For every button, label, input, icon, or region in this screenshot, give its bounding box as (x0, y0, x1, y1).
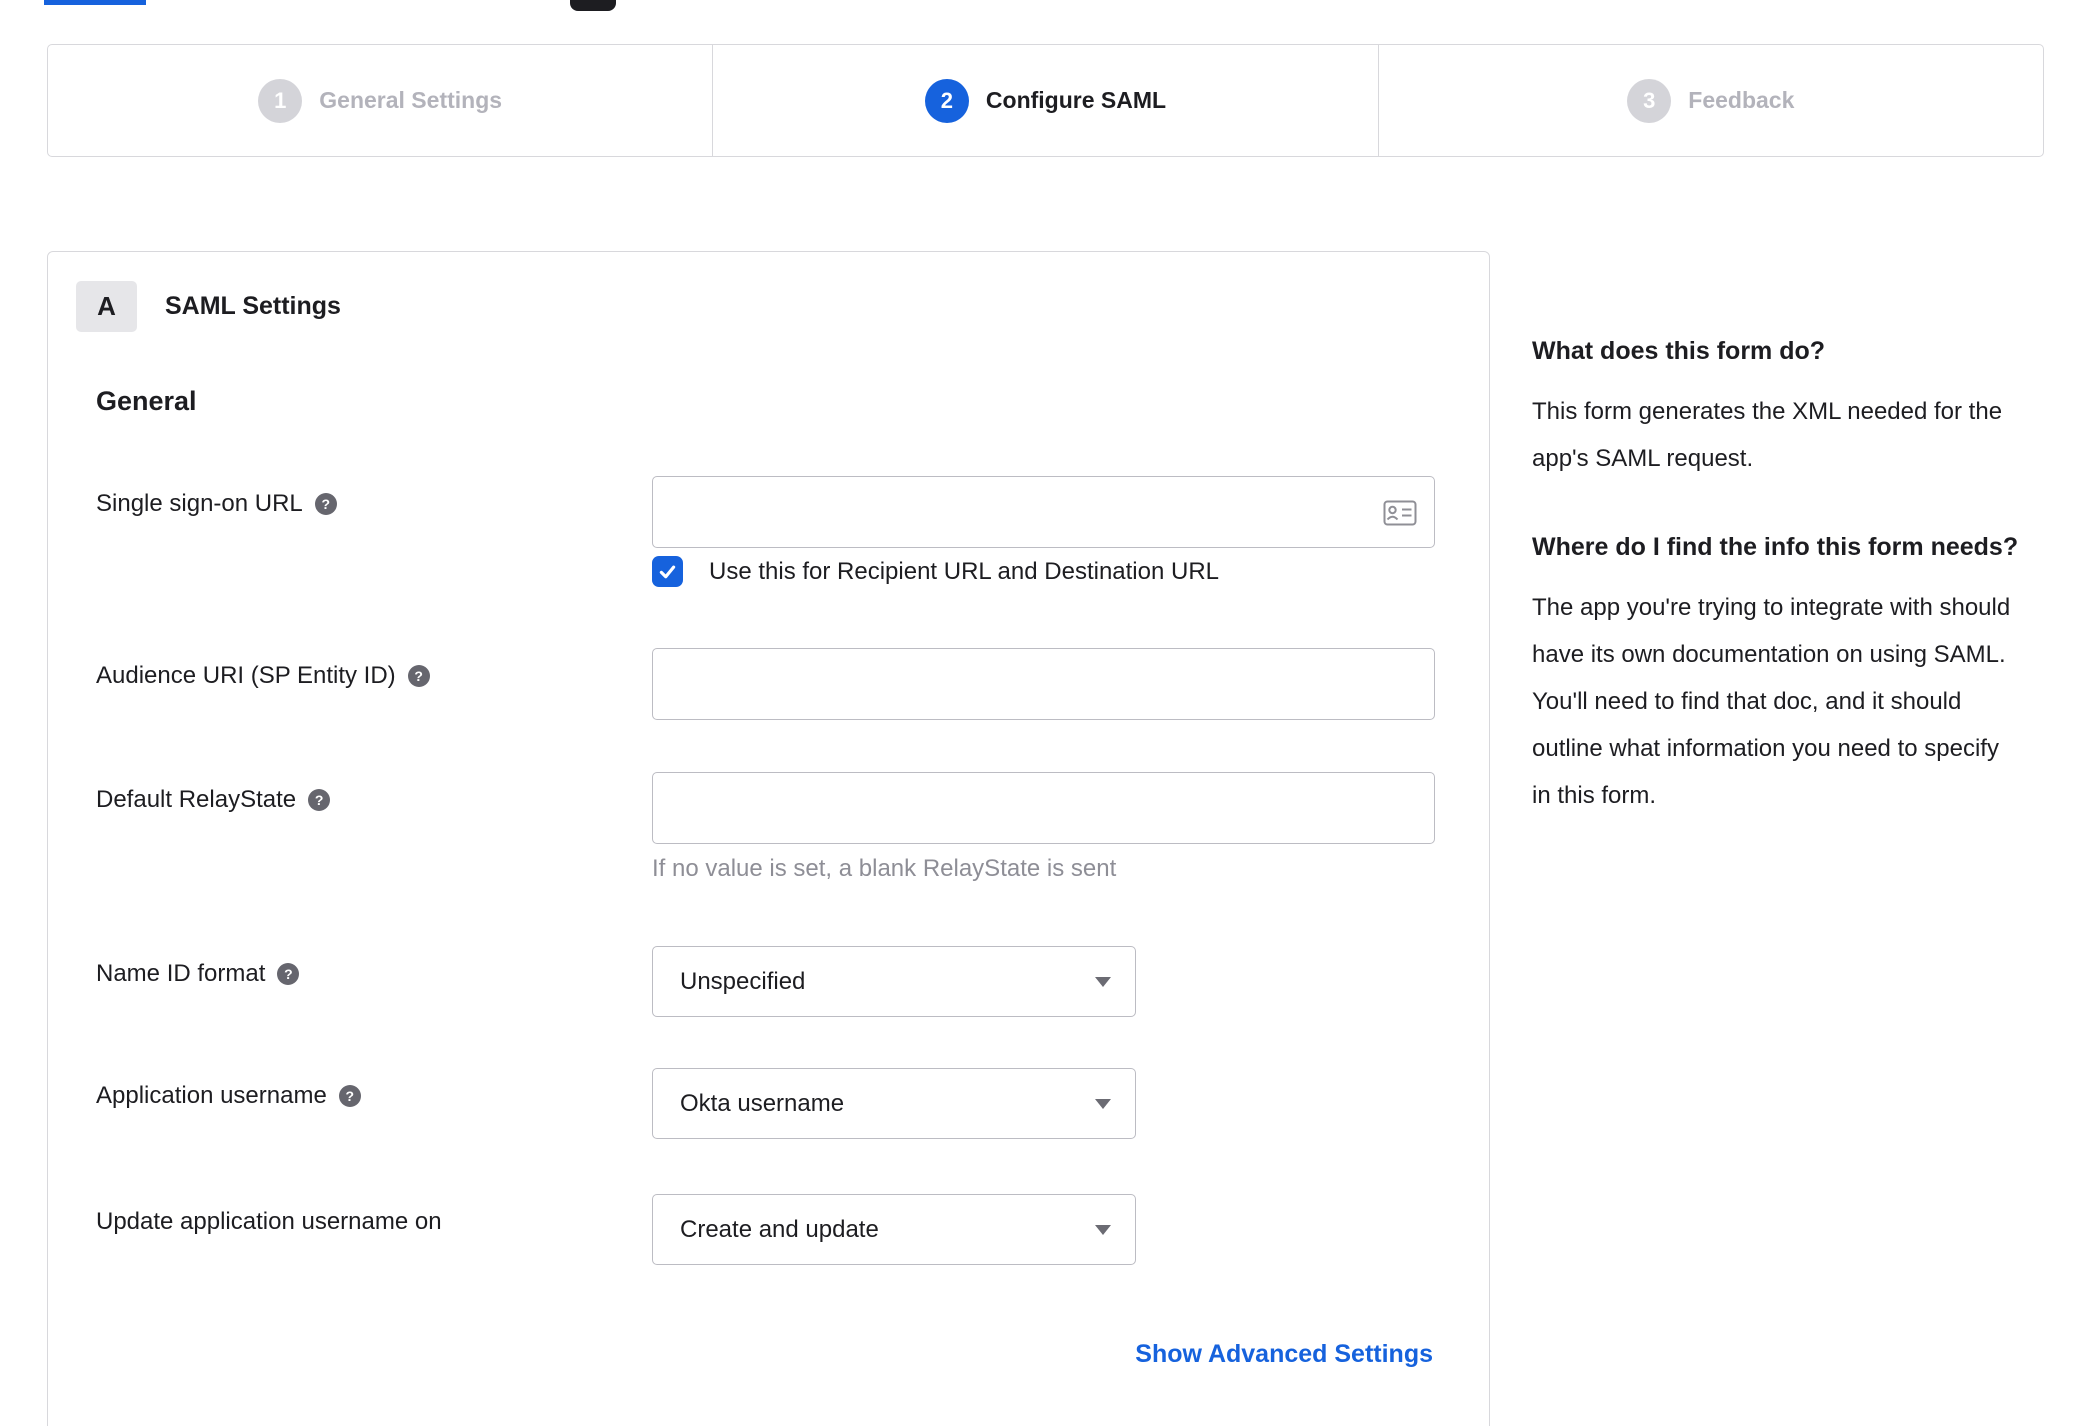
chevron-down-icon (1095, 976, 1111, 987)
update-username-value: Create and update (680, 1215, 879, 1243)
audience-uri-row: Audience URI (SP Entity ID) ? (96, 648, 1435, 720)
relaystate-label-wrap: Default RelayState ? (96, 772, 652, 814)
audience-uri-input[interactable] (652, 648, 1435, 720)
audience-uri-input-wrap (652, 648, 1435, 720)
show-advanced-settings-link[interactable]: Show Advanced Settings (1135, 1340, 1433, 1369)
sso-url-input[interactable] (652, 476, 1435, 548)
relaystate-help-icon[interactable]: ? (308, 789, 331, 811)
step-label: General Settings (319, 87, 503, 113)
section-a-badge: A (76, 281, 137, 332)
recipient-url-checkbox[interactable] (652, 556, 683, 587)
sso-url-row: Single sign-on URL ? (96, 476, 1435, 548)
update-username-row: Update application username on Create an… (96, 1194, 1136, 1265)
step-general-settings[interactable]: 1 General Settings (48, 45, 714, 156)
wizard-stepper: 1 General Settings 2 Configure SAML 3 Fe… (47, 44, 2044, 157)
update-username-label: Update application username on (96, 1208, 442, 1235)
help-question-1: What does this form do? (1532, 337, 1826, 365)
app-username-row: Application username ? Okta username (96, 1068, 1136, 1139)
sso-url-label: Single sign-on URL (96, 490, 303, 517)
cropped-page-title-fragment (570, 0, 616, 11)
app-username-value: Okta username (680, 1089, 845, 1117)
nameid-format-value: Unspecified (680, 967, 806, 995)
sso-help-icon[interactable]: ? (314, 493, 337, 515)
step-number-badge: 3 (1627, 78, 1672, 123)
app-username-label: Application username (96, 1082, 327, 1109)
audience-uri-label: Audience URI (SP Entity ID) (96, 662, 396, 689)
help-question-2: Where do I find the info this form needs… (1532, 533, 2019, 561)
step-number-badge: 1 (258, 78, 303, 123)
chevron-down-icon (1095, 1098, 1111, 1109)
step-configure-saml[interactable]: 2 Configure SAML (713, 45, 1379, 156)
help-sidebar: What does this form do? This form genera… (1532, 328, 2024, 819)
app-username-label-wrap: Application username ? (96, 1068, 652, 1110)
step-label: Feedback (1688, 87, 1795, 113)
nameid-format-label: Name ID format (96, 960, 266, 987)
app-username-select[interactable]: Okta username (652, 1068, 1136, 1139)
update-username-label-wrap: Update application username on (96, 1194, 652, 1236)
sso-url-input-wrap (652, 476, 1435, 548)
page: 1 General Settings 2 Configure SAML 3 Fe… (0, 0, 2092, 1426)
audience-uri-label-wrap: Audience URI (SP Entity ID) ? (96, 648, 652, 690)
relaystate-input[interactable] (652, 772, 1435, 844)
section-title: SAML Settings (165, 292, 341, 320)
update-username-select[interactable]: Create and update (652, 1194, 1136, 1265)
help-answer-2: The app you're trying to integrate with … (1532, 594, 2011, 809)
chevron-down-icon (1095, 1224, 1111, 1235)
nameid-format-row: Name ID format ? Unspecified (96, 946, 1136, 1017)
relaystate-row: Default RelayState ? (96, 772, 1435, 844)
relaystate-label: Default RelayState (96, 786, 297, 813)
checkmark-icon (659, 565, 676, 579)
nameid-help-icon[interactable]: ? (277, 963, 300, 985)
help-answer-1: This form generates the XML needed for t… (1532, 398, 2003, 472)
nameid-format-label-wrap: Name ID format ? (96, 946, 652, 988)
step-number-badge: 2 (924, 78, 969, 123)
app-username-help-icon[interactable]: ? (338, 1085, 361, 1107)
sso-url-label-wrap: Single sign-on URL ? (96, 476, 652, 518)
nameid-format-select[interactable]: Unspecified (652, 946, 1136, 1017)
step-feedback[interactable]: 3 Feedback (1379, 45, 2043, 156)
step-label: Configure SAML (985, 87, 1167, 113)
general-group-title: General (96, 386, 197, 416)
recipient-url-checkbox-label: Use this for Recipient URL and Destinati… (709, 557, 1220, 585)
cropped-page-title-fragment (44, 0, 146, 5)
audience-help-icon[interactable]: ? (407, 665, 430, 687)
saml-settings-panel: A SAML Settings General Single sign-on U… (47, 251, 1490, 1426)
recipient-url-row: Use this for Recipient URL and Destinati… (652, 556, 1219, 587)
relaystate-hint: If no value is set, a blank RelayState i… (652, 855, 1117, 882)
relaystate-input-wrap (652, 772, 1435, 844)
